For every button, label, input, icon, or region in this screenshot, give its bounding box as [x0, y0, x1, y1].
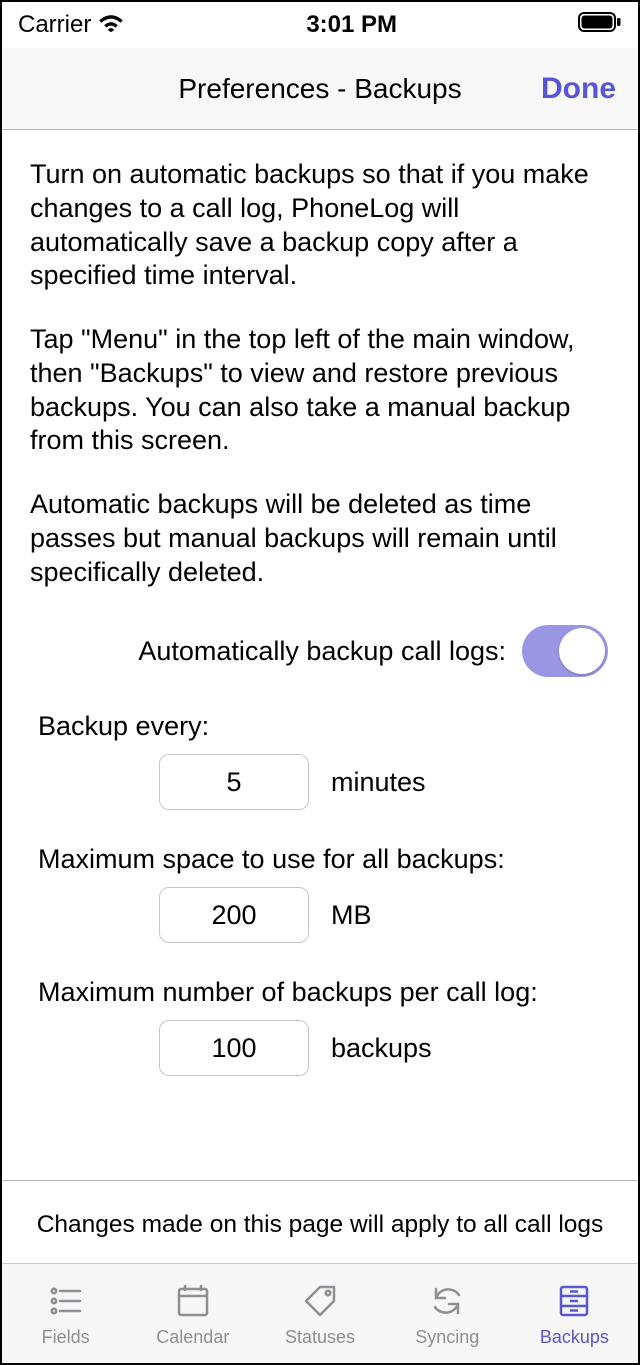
carrier-label: Carrier	[18, 11, 91, 39]
tab-calendar[interactable]: Calendar	[129, 1279, 256, 1348]
calendar-icon	[171, 1279, 215, 1323]
max-space-input[interactable]	[159, 887, 309, 943]
backup-every-input[interactable]	[159, 754, 309, 810]
backup-every-group: Backup every: minutes	[30, 711, 610, 810]
tab-backups-label: Backups	[540, 1327, 609, 1348]
tab-bar: Fields Calendar	[2, 1263, 638, 1363]
nav-bar: Preferences - Backups Done	[2, 48, 638, 130]
page-title: Preferences - Backups	[178, 73, 461, 105]
content-area: Turn on automatic backups so that if you…	[2, 130, 638, 1180]
wifi-icon	[97, 11, 125, 40]
backup-every-unit: minutes	[331, 767, 451, 798]
max-space-group: Maximum space to use for all backups: MB	[30, 844, 610, 943]
status-time: 3:01 PM	[306, 11, 397, 39]
description-text: Turn on automatic backups so that if you…	[30, 158, 610, 589]
tab-statuses-label: Statuses	[285, 1327, 355, 1348]
fields-icon	[44, 1279, 88, 1323]
auto-backup-toggle-label: Automatically backup call logs:	[138, 636, 506, 667]
description-p1: Turn on automatic backups so that if you…	[30, 158, 610, 293]
max-space-label: Maximum space to use for all backups:	[30, 844, 610, 875]
tab-fields[interactable]: Fields	[2, 1279, 129, 1348]
description-p3: Automatic backups will be deleted as tim…	[30, 488, 610, 589]
description-p2: Tap "Menu" in the top left of the main w…	[30, 323, 610, 458]
max-number-group: Maximum number of backups per call log: …	[30, 977, 610, 1076]
max-number-unit: backups	[331, 1033, 451, 1064]
backup-every-label: Backup every:	[30, 711, 610, 742]
done-button[interactable]: Done	[541, 72, 616, 106]
tab-fields-label: Fields	[42, 1327, 90, 1348]
footer-note-area: Changes made on this page will apply to …	[2, 1180, 638, 1263]
max-number-label: Maximum number of backups per call log:	[30, 977, 610, 1008]
auto-backup-toggle[interactable]	[522, 625, 608, 677]
max-number-input[interactable]	[159, 1020, 309, 1076]
tab-calendar-label: Calendar	[156, 1327, 229, 1348]
status-bar: Carrier 3:01 PM	[2, 2, 638, 48]
archive-icon	[552, 1279, 596, 1323]
footer-note: Changes made on this page will apply to …	[18, 1211, 622, 1239]
tag-icon	[298, 1279, 342, 1323]
tab-syncing-label: Syncing	[415, 1327, 479, 1348]
tab-syncing[interactable]: Syncing	[384, 1279, 511, 1348]
max-space-unit: MB	[331, 900, 451, 931]
sync-icon	[425, 1279, 469, 1323]
tab-statuses[interactable]: Statuses	[256, 1279, 383, 1348]
battery-icon	[578, 11, 622, 40]
tab-backups[interactable]: Backups	[511, 1279, 638, 1348]
auto-backup-toggle-row: Automatically backup call logs:	[30, 625, 610, 677]
